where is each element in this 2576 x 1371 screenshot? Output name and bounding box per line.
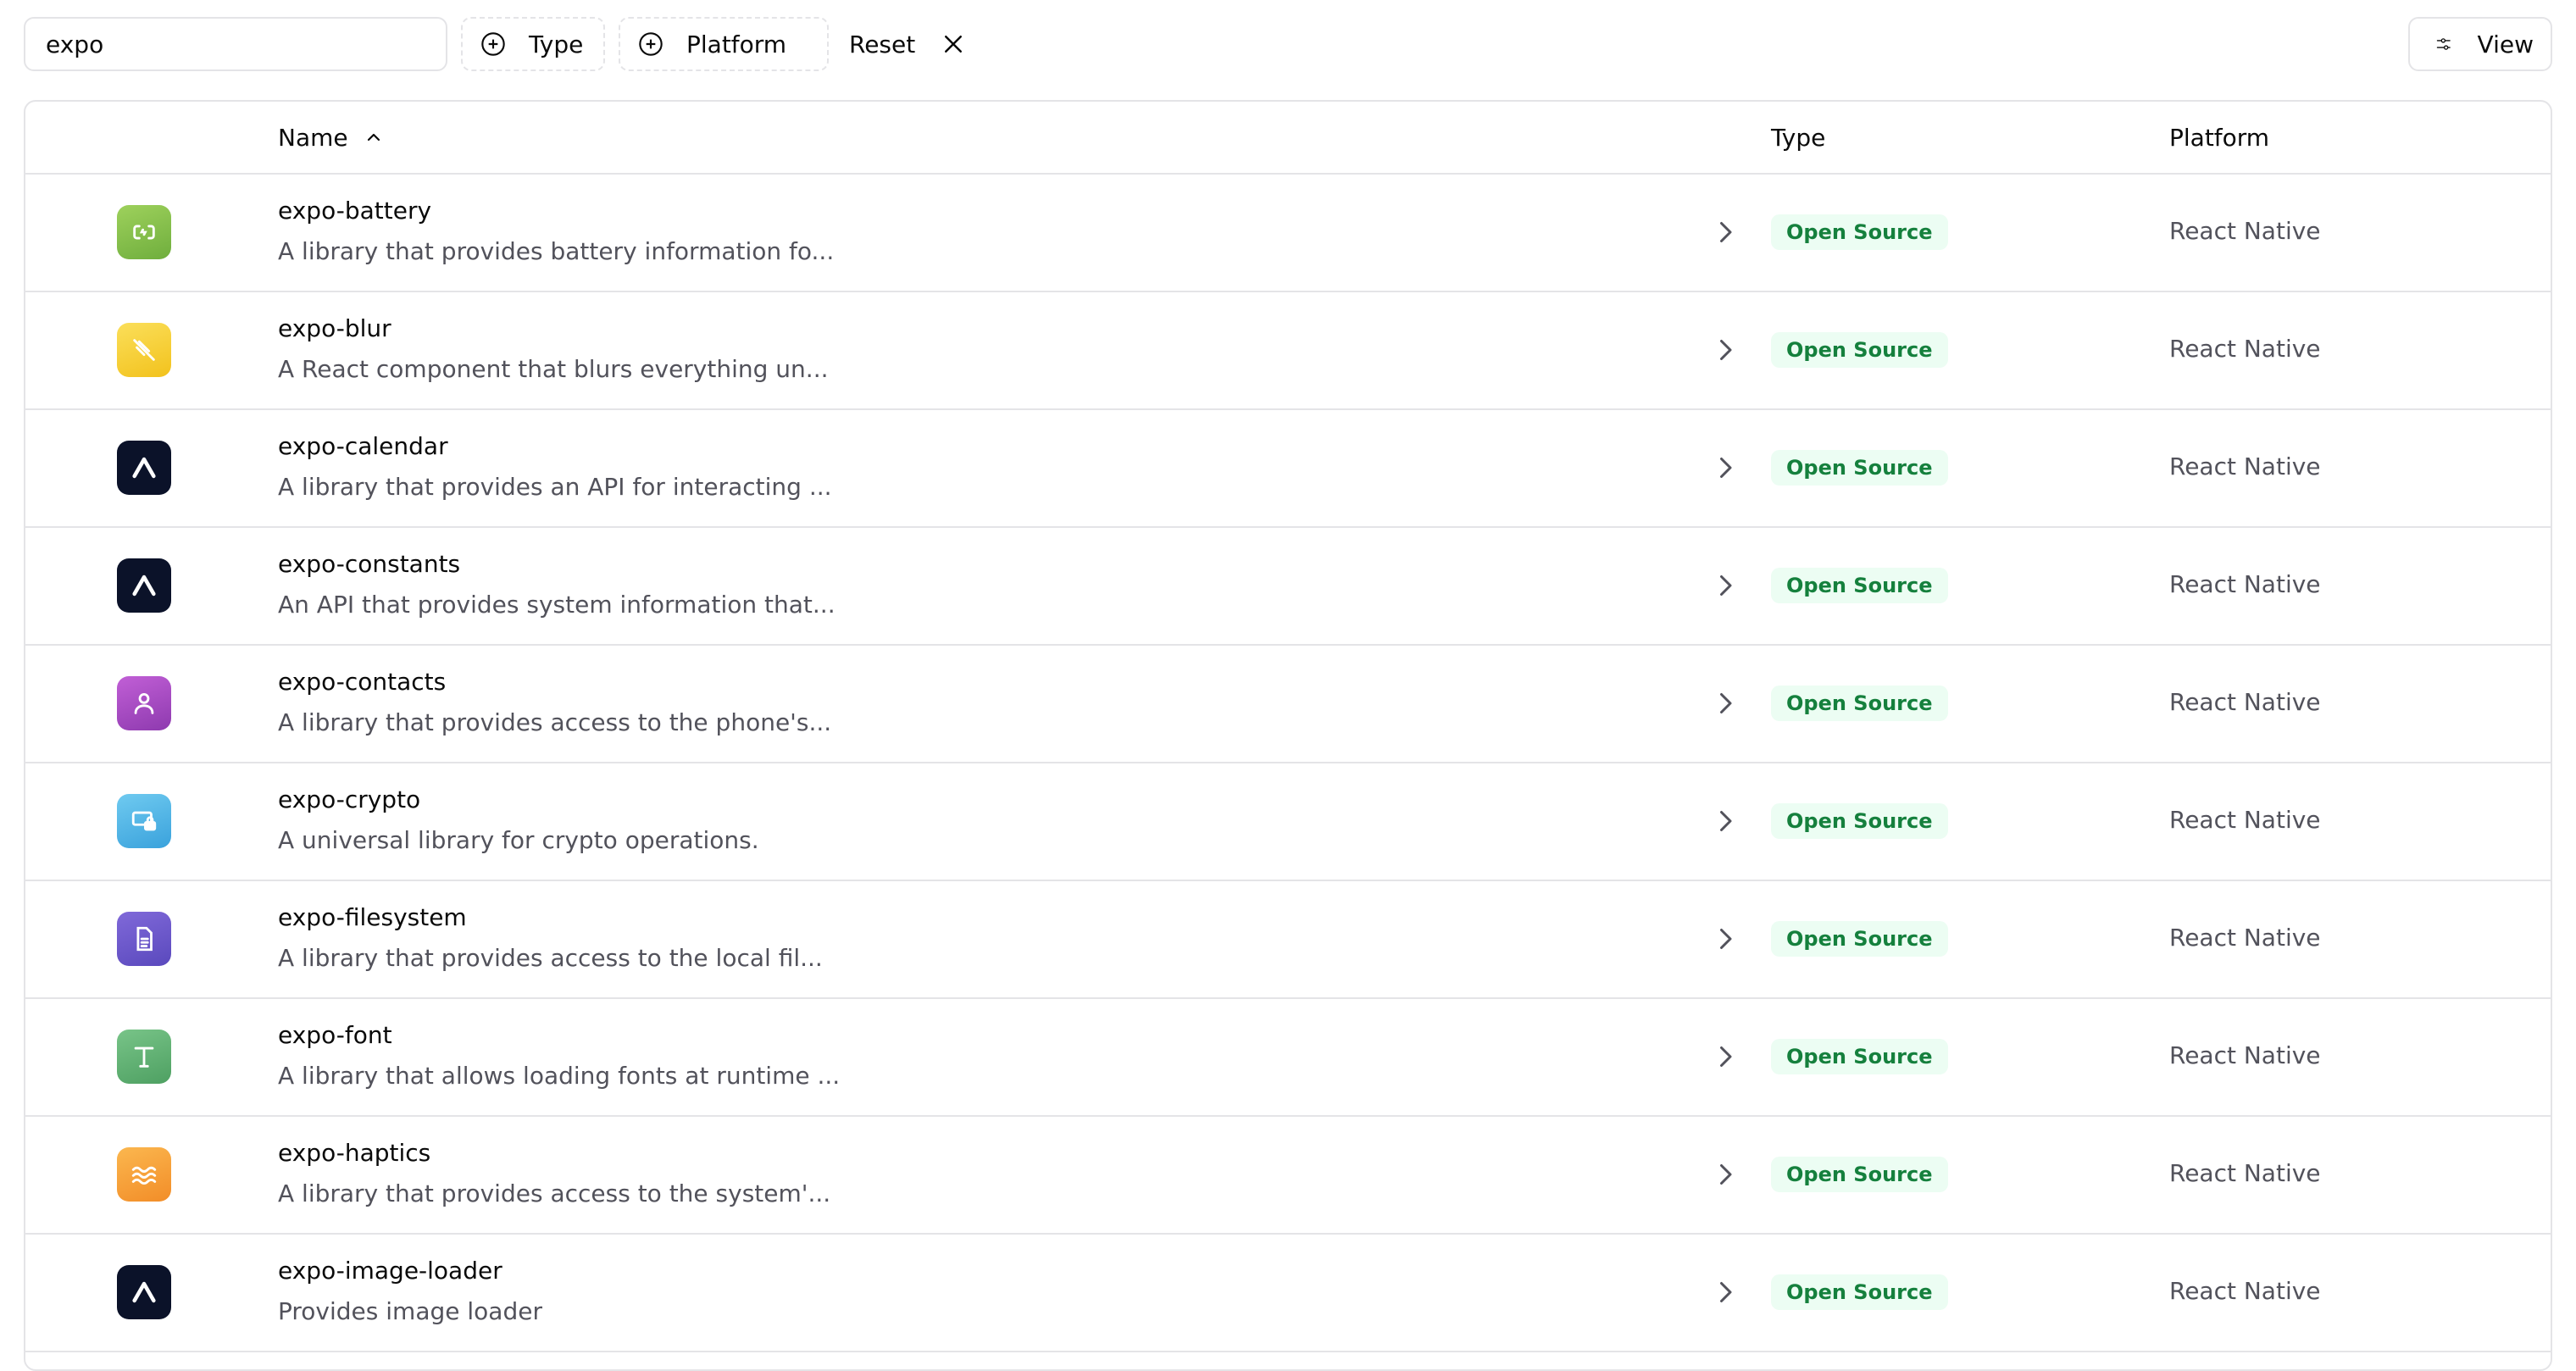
library-description: A library that provides battery informat… [278, 237, 835, 265]
table-row[interactable]: expo-blur A React component that blurs ev… [25, 292, 2551, 410]
file-icon [117, 912, 171, 966]
library-description: An API that provides system information … [278, 591, 836, 619]
type-badge: Open Source [1771, 686, 1948, 721]
blur-icon [117, 323, 171, 377]
chevron-right-icon[interactable] [1710, 452, 1740, 483]
sliders-icon [2436, 38, 2451, 50]
library-name[interactable]: expo-contacts [278, 668, 446, 696]
library-description: Provides image loader [278, 1297, 542, 1325]
chevron-right-icon[interactable] [1710, 1159, 1740, 1190]
plus-circle-icon [481, 32, 505, 56]
library-name[interactable]: expo-calendar [278, 432, 448, 460]
view-label: View [2477, 30, 2534, 58]
type-filter-label: Type [529, 30, 584, 58]
library-description: A React component that blurs everything … [278, 355, 829, 383]
library-name[interactable]: expo-battery [278, 197, 431, 225]
sort-ascending-icon [367, 133, 380, 142]
column-header-name[interactable]: Name [278, 102, 384, 173]
plus-circle-icon [639, 32, 663, 56]
type-badge: Open Source [1771, 921, 1948, 957]
platform-label: React Native [2169, 806, 2321, 834]
table-header: Name Type Platform [25, 102, 2551, 175]
library-description: A library that provides an API for inter… [278, 473, 832, 501]
platform-label: React Native [2169, 452, 2321, 480]
column-header-type: Type [1771, 123, 1826, 152]
battery-icon [117, 205, 171, 259]
chevron-right-icon[interactable] [1710, 217, 1740, 247]
platform-filter-label: Platform [686, 30, 787, 58]
crypto-lock-icon [117, 794, 171, 848]
chevron-right-icon[interactable] [1710, 806, 1740, 836]
library-table: Name Type Platform expo-battery A library… [24, 100, 2552, 1371]
platform-label: React Native [2169, 1159, 2321, 1187]
reset-button[interactable]: Reset [839, 17, 976, 71]
platform-label: React Native [2169, 924, 2321, 952]
close-icon [945, 36, 963, 53]
table-row[interactable]: expo-battery A library that provides batt… [25, 175, 2551, 292]
expo-logo-icon [117, 558, 171, 613]
table-row[interactable]: expo-calendar A library that provides an … [25, 410, 2551, 528]
table-row[interactable]: expo-constants An API that provides syste… [25, 528, 2551, 646]
column-header-name-label: Name [278, 123, 348, 152]
library-name[interactable]: expo-haptics [278, 1139, 430, 1167]
type-badge: Open Source [1771, 803, 1948, 839]
type-badge: Open Source [1771, 214, 1948, 250]
platform-label: React Native [2169, 1041, 2321, 1069]
reset-label: Reset [849, 30, 916, 58]
search-input[interactable] [24, 17, 447, 71]
library-name[interactable]: expo-crypto [278, 785, 420, 813]
platform-label: React Native [2169, 1277, 2321, 1305]
toolbar: Type Platform Reset View [24, 17, 2552, 73]
platform-label: React Native [2169, 570, 2321, 598]
type-badge: Open Source [1771, 1274, 1948, 1310]
table-row[interactable]: expo-crypto A universal library for crypt… [25, 763, 2551, 881]
type-filter-button[interactable]: Type [461, 17, 605, 71]
type-badge: Open Source [1771, 1039, 1948, 1074]
column-header-platform: Platform [2169, 123, 2270, 152]
table-body: expo-battery A library that provides batt… [25, 175, 2551, 1352]
library-name[interactable]: expo-filesystem [278, 903, 467, 931]
library-description: A library that provides access to the lo… [278, 944, 823, 972]
type-badge: Open Source [1771, 332, 1948, 368]
platform-label: React Native [2169, 335, 2321, 363]
library-name[interactable]: expo-font [278, 1021, 392, 1049]
chevron-right-icon[interactable] [1710, 924, 1740, 954]
chevron-right-icon[interactable] [1710, 335, 1740, 365]
contact-icon [117, 676, 171, 730]
library-name[interactable]: expo-blur [278, 314, 391, 342]
type-badge: Open Source [1771, 450, 1948, 486]
platform-label: React Native [2169, 688, 2321, 716]
library-description: A library that provides access to the ph… [278, 708, 832, 736]
chevron-right-icon[interactable] [1710, 688, 1740, 719]
platform-label: React Native [2169, 217, 2321, 245]
table-row[interactable]: expo-font A library that allows loading f… [25, 999, 2551, 1117]
library-description: A universal library for crypto operation… [278, 826, 759, 854]
library-description: A library that allows loading fonts at r… [278, 1062, 841, 1090]
library-name[interactable]: expo-image-loader [278, 1257, 502, 1285]
font-t-icon [117, 1030, 171, 1084]
table-row[interactable]: expo-contacts A library that provides acc… [25, 646, 2551, 763]
chevron-right-icon[interactable] [1710, 1041, 1740, 1072]
table-row[interactable]: expo-image-loader Provides image loader Op… [25, 1235, 2551, 1352]
view-button[interactable]: View [2408, 17, 2552, 71]
type-badge: Open Source [1771, 568, 1948, 603]
table-row[interactable]: expo-filesystem A library that provides a… [25, 881, 2551, 999]
expo-logo-icon [117, 441, 171, 495]
haptics-wave-icon [117, 1147, 171, 1202]
chevron-right-icon[interactable] [1710, 1277, 1740, 1307]
type-badge: Open Source [1771, 1157, 1948, 1192]
chevron-right-icon[interactable] [1710, 570, 1740, 601]
expo-logo-icon [117, 1265, 171, 1319]
platform-filter-button[interactable]: Platform [619, 17, 829, 71]
table-row[interactable]: expo-haptics A library that provides acce… [25, 1117, 2551, 1235]
library-name[interactable]: expo-constants [278, 550, 460, 578]
library-description: A library that provides access to the sy… [278, 1180, 831, 1207]
